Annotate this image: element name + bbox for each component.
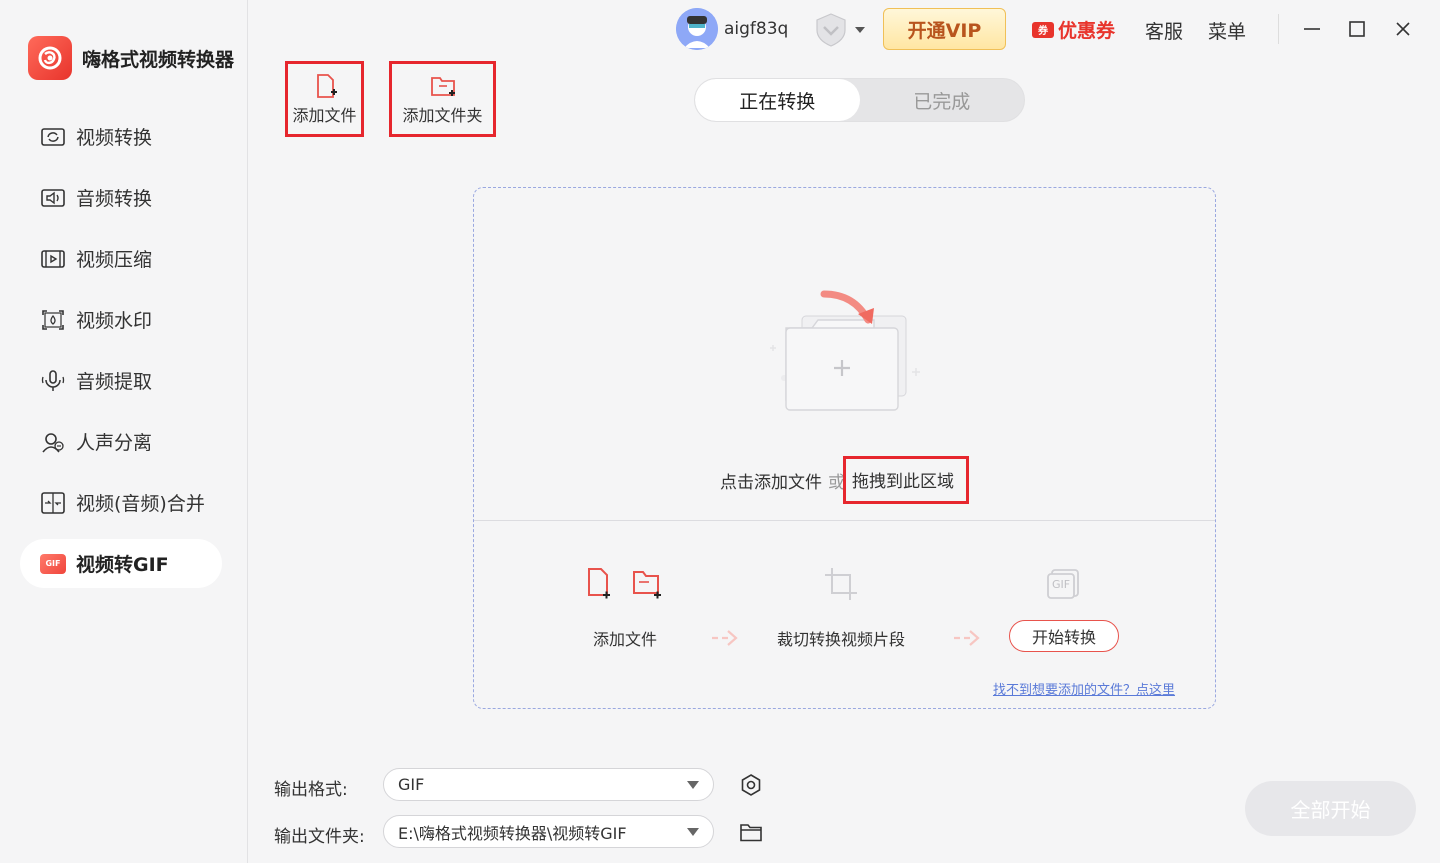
sidebar-item-label: 人声分离 [76,432,153,454]
app-title: 嗨格式视频转换器 [82,48,235,71]
start-all-button[interactable]: 全部开始 [1245,781,1416,836]
sidebar-item-video-to-gif[interactable]: GIF 视频转GIF [20,539,222,588]
output-format-select[interactable]: GIF [383,768,714,801]
close-icon [1396,22,1410,36]
sidebar-item-audio-extract[interactable]: 音频提取 [20,356,222,405]
step-trim-label: 裁切转换视频片段 [777,630,906,649]
drop-folder-illustration [770,290,920,411]
menu-button[interactable]: 菜单 [1208,17,1246,44]
audio-extract-icon [41,369,65,391]
sidebar-nav: 视频转换 音频转换 视频压缩 视频水印 音频提取 人声分离 视频(音频)合并 G… [20,112,222,600]
gif-file-label: GIF [1052,578,1071,591]
arrow-right-icon [954,630,980,646]
sidebar: 嗨格式视频转换器 视频转换 音频转换 视频压缩 视频水印 音频提取 人声分离 视… [0,0,248,863]
caret-down-icon [687,781,699,789]
folder-icon[interactable] [739,820,763,844]
customer-service-button[interactable]: 客服 [1145,17,1183,44]
output-format-value: GIF [398,775,425,794]
sidebar-item-video-watermark[interactable]: 视频水印 [20,295,222,344]
step-add-file: 添加文件 [584,566,666,650]
user-account[interactable]: aigf83q [676,8,788,50]
chevron-down-icon [855,27,865,33]
shield-badge-icon [816,13,846,47]
output-format-label: 输出格式: [274,780,348,800]
workflow-steps: 添加文件 裁切转换视频片段 GIF 开始转换 找不到想要添加的文件？点这里 [474,520,1215,710]
drop-hint-drag: 拖拽到此区域 [843,456,969,504]
username: aigf83q [724,19,789,39]
sidebar-item-label: 视频压缩 [76,249,153,271]
audio-convert-icon [41,188,65,207]
tab-converting[interactable]: 正在转换 [695,79,860,121]
coupon-label: 优惠券 [1058,20,1116,42]
avatar[interactable] [676,8,718,50]
coupon-button[interactable]: 券 优惠券 [1032,16,1115,43]
voice-separate-icon [42,432,64,453]
sidebar-item-label: 音频提取 [76,371,153,393]
add-folder-label: 添加文件夹 [402,106,483,125]
sidebar-item-label: 音频转换 [76,188,153,210]
sidebar-item-label: 视频转换 [76,127,153,149]
sidebar-item-video-convert[interactable]: 视频转换 [20,112,222,161]
add-folder-icon [430,77,455,96]
step-add-file-label: 添加文件 [592,630,657,649]
sidebar-item-label: 视频(音频)合并 [76,493,205,515]
drop-hint: 点击添加文件 或 拖拽到此区域 [720,456,969,504]
video-compress-icon [41,249,65,268]
add-folder-button[interactable]: 添加文件夹 [389,61,496,137]
logo-icon [28,36,72,80]
settings-icon[interactable] [739,773,763,797]
merge-icon [41,491,65,514]
status-tabs: 正在转换 已完成 [694,78,1025,122]
sidebar-item-audio-convert[interactable]: 音频转换 [20,173,222,222]
output-folder-value: E:\嗨格式视频转换器\视频转GIF [398,823,627,843]
open-vip-button[interactable]: 开通VIP [883,8,1006,50]
gif-icon: GIF [40,553,66,574]
close-button[interactable] [1388,14,1418,44]
minimize-icon [1304,28,1320,30]
step-add-icons [588,568,661,599]
tab-completed[interactable]: 已完成 [860,79,1025,121]
coupon-icon: 券 [1032,21,1054,38]
sidebar-item-voice-separate[interactable]: 人声分离 [20,417,222,466]
add-file-icon [316,74,337,98]
video-watermark-icon [42,309,64,330]
step-trim: 裁切转换视频片段 [777,566,905,650]
maximize-button[interactable] [1342,14,1372,44]
sidebar-item-video-compress[interactable]: 视频压缩 [20,234,222,283]
sidebar-item-label: 视频转GIF [76,554,169,576]
crop-icon [825,568,857,600]
help-link[interactable]: 找不到想要添加的文件？点这里 [993,679,1175,698]
video-convert-icon [41,127,65,146]
output-folder-select[interactable]: E:\嗨格式视频转换器\视频转GIF [383,815,714,848]
titlebar-divider [1278,14,1279,44]
app-logo: 嗨格式视频转换器 [28,36,234,80]
arrow-right-icon [712,630,738,646]
minimize-button[interactable] [1297,14,1327,44]
start-convert-button[interactable]: 开始转换 [1009,620,1119,652]
add-file-button[interactable]: 添加文件 [285,61,364,137]
member-level-dropdown[interactable] [812,12,866,48]
caret-down-icon [687,828,699,836]
drop-hint-click[interactable]: 点击添加文件 [720,468,822,493]
file-drop-zone[interactable]: 点击添加文件 或 拖拽到此区域 添加文件 裁切转换视频片段 GIF 开始转换 找… [473,187,1216,709]
output-folder-label: 输出文件夹: [274,827,365,847]
maximize-icon [1349,21,1365,37]
add-file-label: 添加文件 [292,106,357,125]
sidebar-item-merge[interactable]: 视频(音频)合并 [20,478,222,527]
sidebar-item-label: 视频水印 [76,310,153,332]
